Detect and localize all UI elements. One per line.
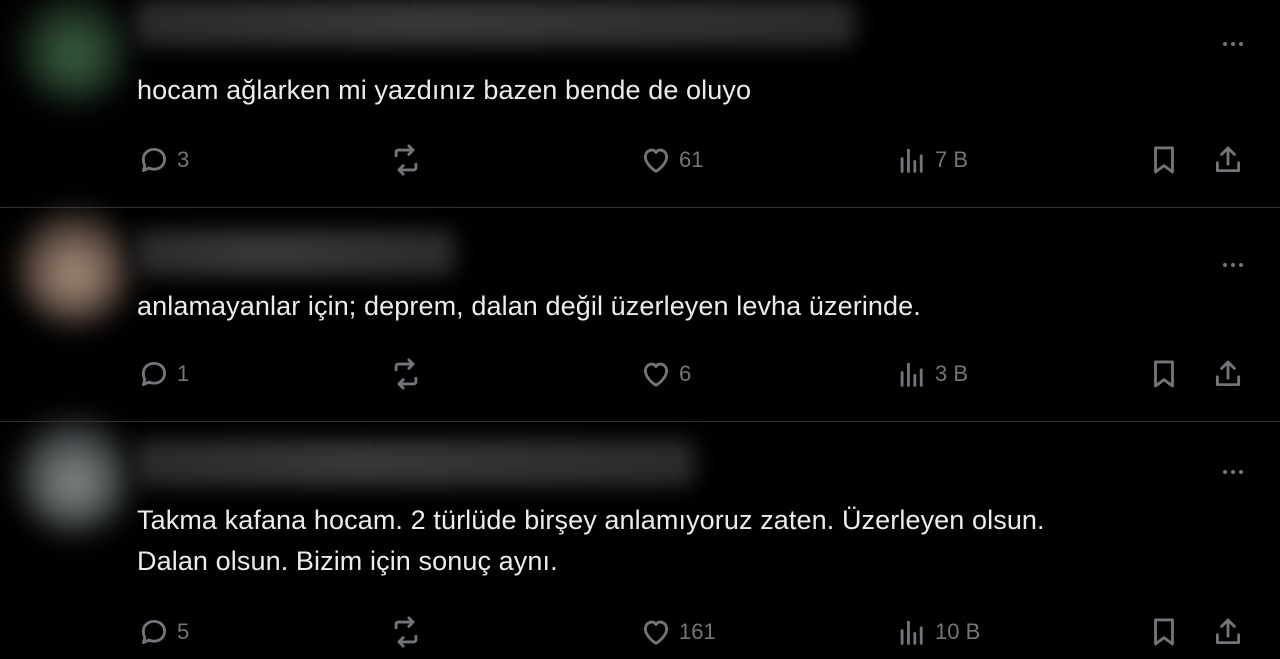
like-count: 161 bbox=[679, 619, 716, 644]
retweet-icon bbox=[394, 358, 418, 390]
heart-icon bbox=[643, 362, 669, 387]
views-icon bbox=[900, 148, 923, 173]
avatar[interactable] bbox=[18, 0, 130, 104]
retweet-button[interactable] bbox=[389, 140, 423, 180]
more-icon[interactable] bbox=[1216, 462, 1250, 482]
tweet[interactable]: Takma kafana hocam. 2 türlüde birşey anl… bbox=[0, 420, 1280, 659]
author-name-blurred[interactable] bbox=[135, 0, 855, 46]
reply-count: 3 bbox=[177, 147, 190, 172]
tweet[interactable]: anlamayanlar için; deprem, dalan değil ü… bbox=[0, 208, 1280, 422]
like-count: 61 bbox=[679, 147, 704, 172]
share-icon bbox=[1215, 618, 1241, 645]
bookmark-button[interactable] bbox=[1147, 612, 1181, 652]
reply-count: 1 bbox=[177, 361, 190, 386]
bookmark-icon bbox=[1154, 146, 1174, 174]
author-name-blurred[interactable] bbox=[135, 230, 455, 276]
tweet-actions: 3 61 7 B bbox=[137, 140, 1250, 180]
more-icon[interactable] bbox=[1216, 255, 1250, 275]
tweet[interactable]: hocam ağlarken mi yazdınız bazen bende d… bbox=[0, 0, 1280, 208]
reply-icon bbox=[141, 619, 167, 645]
views-button[interactable]: 3 B bbox=[895, 354, 968, 394]
retweet-icon bbox=[394, 616, 418, 648]
views-button[interactable]: 10 B bbox=[895, 612, 980, 652]
share-button[interactable] bbox=[1211, 354, 1245, 394]
views-icon bbox=[900, 362, 923, 387]
view-count: 10 B bbox=[935, 619, 981, 644]
retweet-button[interactable] bbox=[389, 354, 423, 394]
view-count: 3 B bbox=[935, 361, 969, 386]
avatar[interactable] bbox=[18, 212, 130, 324]
bookmark-button[interactable] bbox=[1147, 354, 1181, 394]
like-button[interactable]: 61 bbox=[639, 140, 703, 180]
views-icon bbox=[900, 620, 923, 645]
retweet-icon bbox=[394, 144, 418, 176]
bookmark-icon bbox=[1154, 618, 1174, 646]
tweet-text: hocam ağlarken mi yazdınız bazen bende d… bbox=[137, 75, 752, 105]
like-count: 6 bbox=[679, 361, 692, 386]
like-button[interactable]: 161 bbox=[639, 612, 716, 652]
bookmark-button[interactable] bbox=[1147, 140, 1181, 180]
heart-icon bbox=[643, 620, 669, 645]
reply-button[interactable]: 3 bbox=[137, 140, 189, 180]
view-count: 7 B bbox=[935, 147, 969, 172]
tweet-text: Takma kafana hocam. 2 türlüde birşey anl… bbox=[137, 505, 1045, 576]
reply-count: 5 bbox=[177, 619, 190, 644]
views-button[interactable]: 7 B bbox=[895, 140, 968, 180]
retweet-button[interactable] bbox=[389, 612, 423, 652]
author-name-blurred[interactable] bbox=[135, 440, 695, 486]
share-icon bbox=[1215, 360, 1241, 387]
avatar[interactable] bbox=[18, 420, 130, 532]
tweet-text: anlamayanlar için; deprem, dalan değil ü… bbox=[137, 291, 921, 321]
tweet-actions: 1 6 3 B bbox=[137, 354, 1250, 394]
tweet-actions: 5 161 10 B bbox=[137, 612, 1250, 652]
tweet-feed: hocam ağlarken mi yazdınız bazen bende d… bbox=[0, 0, 1280, 659]
heart-icon bbox=[643, 148, 669, 173]
reply-button[interactable]: 1 bbox=[137, 354, 189, 394]
reply-button[interactable]: 5 bbox=[137, 612, 189, 652]
share-button[interactable] bbox=[1211, 612, 1245, 652]
more-icon[interactable] bbox=[1216, 34, 1250, 54]
reply-icon bbox=[141, 147, 167, 173]
share-icon bbox=[1215, 146, 1241, 173]
reply-icon bbox=[141, 361, 167, 387]
like-button[interactable]: 6 bbox=[639, 354, 691, 394]
bookmark-icon bbox=[1154, 360, 1174, 388]
share-button[interactable] bbox=[1211, 140, 1245, 180]
